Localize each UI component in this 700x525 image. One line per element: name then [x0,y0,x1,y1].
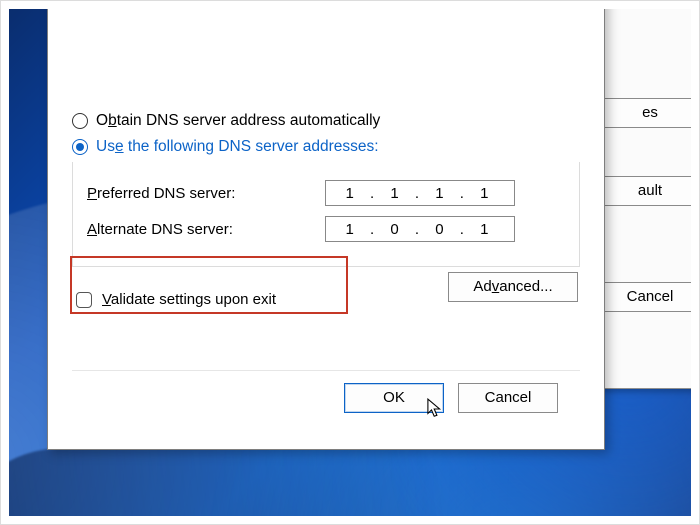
cropped-area [72,9,580,106]
dialog-button-row: OK Cancel [72,370,580,431]
dialog-body: Obtain DNS server address automatically … [48,9,604,449]
ok-button-label: OK [383,389,405,406]
desktop-viewport: es ault Cancel Obtain DNS server address… [9,9,691,516]
alternate-dns-row: Alternate DNS server: [87,216,565,242]
ok-button[interactable]: OK [344,383,444,413]
parent-cancel-button[interactable]: Cancel [600,282,691,312]
preferred-dns-label: Preferred DNS server: [87,185,307,202]
radio-icon [72,113,88,129]
image-frame: es ault Cancel Obtain DNS server address… [0,0,700,525]
radio-label: Obtain DNS server address automatically [96,112,380,130]
ipv4-properties-dialog: Obtain DNS server address automatically … [47,9,605,450]
parent-button[interactable]: es [600,98,691,128]
preferred-dns-input[interactable] [325,180,515,206]
cursor-icon [427,398,445,420]
preferred-dns-row: Preferred DNS server: [87,180,565,206]
advanced-button[interactable]: Advanced... [448,272,578,302]
cancel-button[interactable]: Cancel [458,383,558,413]
radio-obtain-dns-auto[interactable]: Obtain DNS server address automatically [72,112,580,130]
radio-use-following-dns[interactable]: Use the following DNS server addresses: [72,138,580,156]
radio-icon [72,139,88,155]
parent-button[interactable]: ault [600,176,691,206]
dns-group: Preferred DNS server: Alternate DNS serv… [72,162,580,267]
alternate-dns-input[interactable] [325,216,515,242]
alternate-dns-label: Alternate DNS server: [87,221,307,238]
highlight-box [70,256,348,314]
radio-label: Use the following DNS server addresses: [96,138,379,156]
